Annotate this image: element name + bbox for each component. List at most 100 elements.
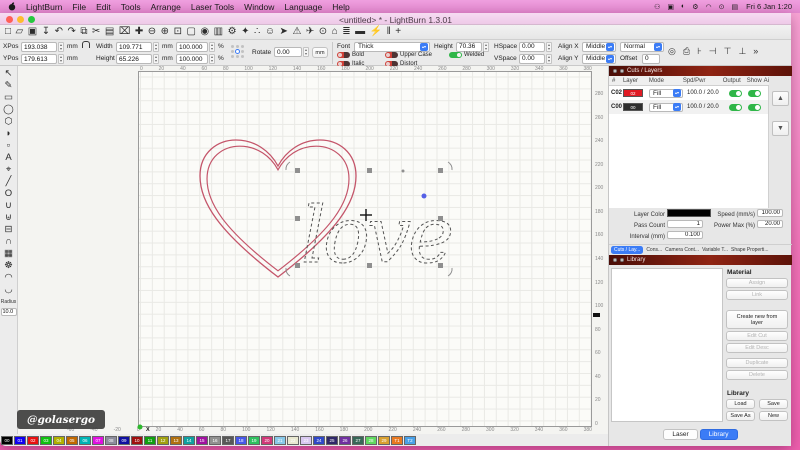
selection-icon[interactable]: ▢ bbox=[186, 27, 195, 37]
target-icon[interactable]: ⊙ bbox=[319, 27, 327, 37]
palette-chip[interactable]: 27 bbox=[352, 436, 364, 445]
palette-chip[interactable]: 20 bbox=[261, 436, 273, 445]
edit-desc-button[interactable]: Edit Desc bbox=[726, 343, 788, 353]
window-titlebar[interactable]: <untitled> * - LightBurn 1.3.01 bbox=[0, 13, 791, 25]
palette-chip[interactable]: 19 bbox=[248, 436, 260, 445]
text-tool-icon[interactable]: A bbox=[5, 153, 11, 163]
import-icon[interactable]: ↧ bbox=[42, 27, 50, 37]
palette-chip[interactable]: 11 bbox=[144, 436, 156, 445]
menu-file[interactable]: File bbox=[72, 2, 86, 12]
palette-chip[interactable]: 23 bbox=[300, 436, 312, 445]
multi-user-icon[interactable]: ∴ bbox=[254, 27, 260, 37]
open-file-icon[interactable]: ▱ bbox=[16, 27, 24, 37]
power-icon[interactable]: ⚡ bbox=[370, 27, 382, 37]
draw-lines-tool-icon[interactable]: ✎ bbox=[5, 81, 13, 91]
menu-edit[interactable]: Edit bbox=[96, 2, 111, 12]
canvas-workspace[interactable]: 0204060801001201401601802002202402602803… bbox=[18, 66, 608, 434]
align-right-icon[interactable]: ⊣ bbox=[709, 46, 717, 57]
show-toggle[interactable] bbox=[748, 104, 761, 111]
save-as-button[interactable]: Save As bbox=[726, 411, 755, 421]
hspace-input[interactable] bbox=[519, 42, 545, 52]
menu-laser-tools[interactable]: Laser Tools bbox=[191, 2, 234, 12]
height-input[interactable] bbox=[116, 54, 152, 64]
delete-icon[interactable]: ⌧ bbox=[119, 27, 131, 37]
gear-shape-icon[interactable]: ☸ bbox=[4, 261, 13, 271]
layer-move-down-button[interactable]: ▼ bbox=[772, 121, 789, 136]
print-disabled-icon[interactable]: ⎙ bbox=[683, 46, 690, 57]
palette-chip[interactable]: 08 bbox=[105, 436, 117, 445]
radius-input[interactable] bbox=[1, 308, 17, 316]
tab-laser[interactable]: Laser bbox=[663, 429, 697, 440]
vspace-stepper[interactable]: ▴▾ bbox=[546, 54, 552, 64]
zoom-out-icon[interactable]: ⊖ bbox=[148, 27, 156, 37]
palette-chip[interactable]: 12 bbox=[157, 436, 169, 445]
hspace-stepper[interactable]: ▴▾ bbox=[546, 42, 552, 52]
edit-nodes-tool-icon[interactable]: ▫ bbox=[7, 141, 10, 151]
create-new-from-layer-button[interactable]: Create new from layer bbox=[726, 310, 788, 329]
new-button[interactable]: New bbox=[759, 411, 788, 421]
redo-icon[interactable]: ↷ bbox=[67, 27, 75, 37]
pinwheel-icon[interactable]: ◐ bbox=[681, 3, 685, 11]
ypos-input[interactable] bbox=[21, 54, 57, 64]
pan-icon[interactable]: ✚ bbox=[135, 27, 143, 37]
xpos-stepper[interactable]: ▴▾ bbox=[58, 42, 64, 52]
palette-chip[interactable]: 15 bbox=[196, 436, 208, 445]
scale-y-input[interactable] bbox=[176, 54, 208, 64]
xpos-input[interactable] bbox=[21, 42, 57, 52]
measure-icon[interactable]: ≣ bbox=[342, 27, 350, 37]
load-button[interactable]: Load bbox=[726, 399, 755, 409]
aligny-select[interactable]: Middle▴▾ bbox=[582, 54, 616, 64]
align-bottom-icon[interactable]: ⊥ bbox=[738, 46, 746, 57]
palette-chip[interactable]: 09 bbox=[118, 436, 130, 445]
copy-icon[interactable]: ⧉ bbox=[80, 27, 87, 37]
edit-cut-button[interactable]: Edit Cut bbox=[726, 331, 788, 341]
output-toggle[interactable] bbox=[729, 90, 742, 97]
uppercase-toggle[interactable]: Upper Case bbox=[385, 51, 432, 58]
chamfer-corner-icon[interactable]: ◡ bbox=[4, 285, 12, 295]
frame-warning-icon[interactable]: ⚠ bbox=[292, 27, 301, 37]
palette-chip[interactable]: 14 bbox=[183, 436, 195, 445]
input-source-icon[interactable]: ⚇ bbox=[654, 3, 660, 11]
width-input[interactable] bbox=[116, 42, 152, 52]
tab-library[interactable]: Library bbox=[700, 429, 738, 440]
menu-lightburn[interactable]: LightBurn bbox=[26, 2, 62, 12]
node-indicator[interactable] bbox=[422, 194, 427, 199]
ellipse-tool-icon[interactable]: ◯ bbox=[3, 105, 14, 115]
menu-tools[interactable]: Tools bbox=[121, 2, 141, 12]
offset-input[interactable] bbox=[642, 54, 660, 64]
user-icon[interactable]: ☺ bbox=[265, 27, 275, 37]
units-button[interactable]: mm bbox=[312, 47, 328, 58]
rotate-stepper[interactable]: ▴▾ bbox=[303, 47, 309, 57]
zoom-in-icon[interactable]: ⊕ bbox=[161, 27, 169, 37]
aligny-dropdown-icon[interactable]: ▴▾ bbox=[606, 55, 614, 63]
scale-y-stepper[interactable]: ▴▾ bbox=[209, 54, 215, 64]
height-stepper[interactable]: ▴▾ bbox=[153, 54, 159, 64]
paste-icon[interactable]: ▤ bbox=[105, 27, 114, 37]
assign-button[interactable]: Assign bbox=[726, 278, 788, 288]
pass-count-input[interactable] bbox=[667, 220, 703, 228]
offset-tool-icon[interactable]: O bbox=[5, 189, 12, 199]
delete-button[interactable]: Delete bbox=[726, 370, 788, 380]
preview-icon[interactable]: ▥ bbox=[214, 27, 223, 37]
palette-chip[interactable]: 10 bbox=[131, 436, 143, 445]
panel-close-icon[interactable] bbox=[613, 258, 617, 262]
spiral-icon[interactable]: ◎ bbox=[668, 46, 676, 57]
gear-icon[interactable]: ⚙ bbox=[692, 3, 698, 11]
panel-collapse-icon[interactable] bbox=[620, 69, 624, 73]
mode-dropdown-icon[interactable]: ▴▾ bbox=[673, 103, 681, 111]
scale-x-input[interactable] bbox=[176, 42, 208, 52]
menu-language[interactable]: Language bbox=[284, 2, 322, 12]
show-toggle[interactable] bbox=[748, 90, 761, 97]
mode-dropdown-icon[interactable]: ▴▾ bbox=[673, 89, 681, 97]
vspace-input[interactable] bbox=[519, 54, 545, 64]
palette-chip[interactable]: 00 bbox=[1, 436, 13, 445]
palette-chip[interactable]: 01 bbox=[14, 436, 26, 445]
cuts-layers-titlebar[interactable]: Cuts / Layers bbox=[609, 66, 792, 76]
palette-chip[interactable]: 13 bbox=[170, 436, 182, 445]
speed-input[interactable] bbox=[757, 209, 783, 217]
anchor-grid-selector[interactable] bbox=[230, 44, 245, 59]
alignx-select[interactable]: Middle▴▾ bbox=[582, 42, 616, 52]
text-style-select[interactable]: Normal▴▾ bbox=[620, 42, 664, 52]
welded-toggle[interactable]: Welded bbox=[449, 51, 484, 58]
palette-chip[interactable]: 07 bbox=[92, 436, 104, 445]
